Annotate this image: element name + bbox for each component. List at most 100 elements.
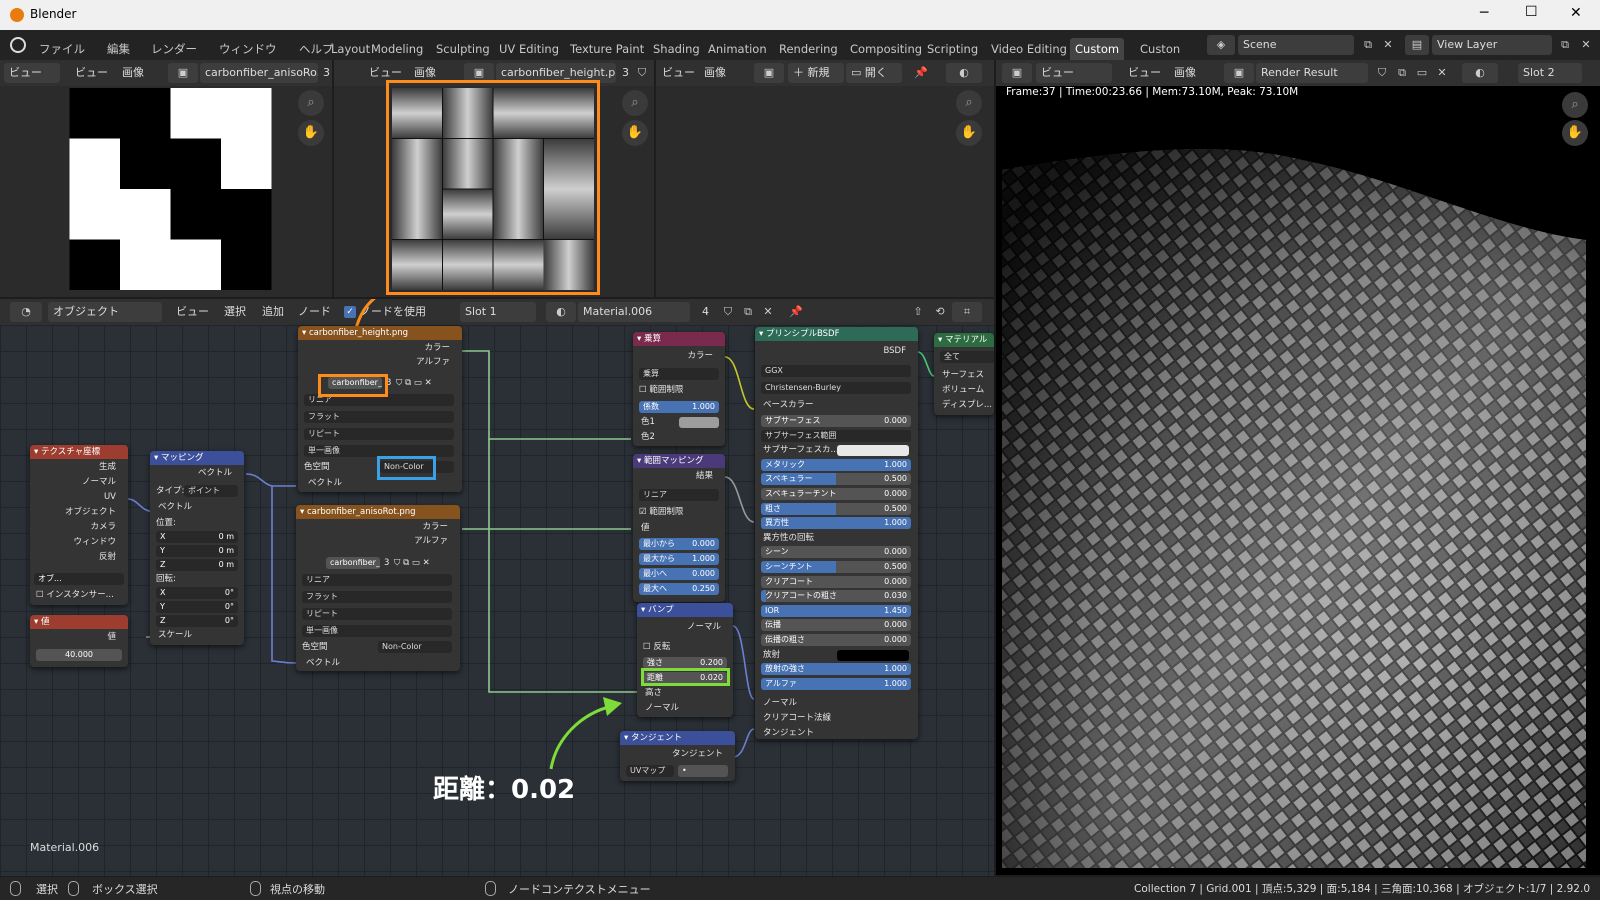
- tab-texture-paint[interactable]: Texture Paint: [565, 38, 649, 60]
- tab-compositing[interactable]: Compositing: [845, 38, 927, 60]
- bsdf-field[interactable]: 伝播の粗さ 0.000: [761, 634, 911, 646]
- bsdf-field[interactable]: メタリック 1.000: [761, 458, 911, 471]
- bsdf-field[interactable]: シーン 0.000: [761, 546, 911, 559]
- pin-icon[interactable]: 📌: [911, 63, 931, 83]
- principled-bsdf-node[interactable]: ▾ プリンシプルBSDF BSDF GGX Christensen-Burley…: [755, 327, 918, 739]
- slot-dropdown[interactable]: Slot 2: [1518, 63, 1582, 83]
- overlay-icon[interactable]: ◐: [946, 63, 982, 83]
- image-browse-icon[interactable]: ▣: [1224, 63, 1254, 83]
- bsdf-dropdown[interactable]: サブサーフェス範囲: [761, 429, 911, 442]
- bsdf-field[interactable]: クリアコートの粗さ 0.030: [761, 590, 911, 603]
- bump-node[interactable]: ▾ バンプ ノーマル ☐ 反転 強さ 0.200 距離 0.020 高さ ノーマル: [637, 603, 733, 717]
- editor-type-icon[interactable]: ▣: [1002, 63, 1032, 83]
- source-dropdown[interactable]: 単一画像: [302, 625, 452, 637]
- tab-custon[interactable]: Custon: [1135, 38, 1185, 60]
- fake-user-shield-icon[interactable]: ⛉: [632, 63, 652, 83]
- menu-item-3[interactable]: ウィンドウ: [214, 38, 282, 60]
- folder-icon[interactable]: ▭: [1412, 63, 1432, 83]
- scene-copy-icon[interactable]: ⧉: [1358, 35, 1378, 55]
- material-output-node[interactable]: ▾ マテリアル 全て サーフェス ボリューム ディスプレ...: [934, 333, 994, 415]
- target-dropdown[interactable]: 全て: [940, 351, 994, 363]
- view-layer-field[interactable]: View Layer: [1432, 35, 1552, 55]
- view-menu[interactable]: ビュー: [662, 63, 695, 83]
- view-menu[interactable]: ビュー: [1128, 63, 1161, 83]
- colorspace-dropdown[interactable]: Non-Color: [378, 641, 452, 653]
- object-picker[interactable]: オブ...: [34, 573, 124, 585]
- pan-hand-icon[interactable]: ✋: [956, 120, 982, 146]
- tangent-mode-dropdown[interactable]: UVマップ: [626, 765, 674, 777]
- maprange-field[interactable]: 最大へ 0.250: [639, 583, 719, 595]
- tangent-node[interactable]: ▾ タンジェント タンジェント UVマップ •: [620, 731, 735, 781]
- bsdf-field[interactable]: 放射の強さ 1.000: [761, 663, 911, 676]
- pan-hand-icon[interactable]: ✋: [622, 120, 648, 146]
- color-swatch[interactable]: [837, 649, 909, 661]
- close-button[interactable]: ✕: [1570, 5, 1582, 21]
- bsdf-field[interactable]: アルファ 1.000: [761, 677, 911, 690]
- tab-video-editing[interactable]: Video Editing: [986, 38, 1072, 60]
- instancer-checkbox[interactable]: ☐ インスタンサー...: [36, 589, 114, 601]
- zoom-icon[interactable]: ⌕: [1562, 92, 1588, 118]
- view-layer-copy-icon[interactable]: ⧉: [1555, 35, 1575, 55]
- mapping-type-dropdown[interactable]: ポイント: [184, 485, 238, 497]
- uv-map-field[interactable]: •: [678, 765, 728, 777]
- mapping-node[interactable]: ▾ マッピング ベクトル タイプ: ポイント ベクトル 位置: 回転: スケール…: [150, 451, 244, 645]
- extension-dropdown[interactable]: リピート: [302, 608, 452, 620]
- bsdf-field[interactable]: 粗さ 0.500: [761, 502, 911, 515]
- zoom-icon[interactable]: ⌕: [956, 90, 982, 116]
- zoom-icon[interactable]: ⌕: [622, 90, 648, 116]
- scene-field[interactable]: Scene: [1238, 35, 1354, 55]
- scene-browse-icon[interactable]: ◈: [1207, 35, 1235, 55]
- distribution-dropdown[interactable]: GGX: [761, 365, 911, 377]
- extension-dropdown[interactable]: リピート: [304, 428, 454, 440]
- bsdf-field[interactable]: シーンチント 0.500: [761, 561, 911, 573]
- new-image-button[interactable]: ＋ 新規: [788, 63, 844, 83]
- tab-sculpting[interactable]: Sculpting: [431, 38, 495, 60]
- zoom-icon[interactable]: ⌕: [298, 90, 324, 116]
- maprange-field[interactable]: 最小から 0.000: [639, 538, 719, 550]
- shield-icon[interactable]: ⛉: [1372, 63, 1392, 83]
- tab-rendering[interactable]: Rendering: [774, 38, 843, 60]
- maprange-field[interactable]: 最小へ 0.000: [639, 568, 719, 580]
- view-layer-remove-icon[interactable]: ✕: [1576, 35, 1596, 55]
- bsdf-field[interactable]: クリアコート 0.000: [761, 575, 911, 588]
- multiply-mix-node[interactable]: ▾ 乗算 カラー 乗算 ☐ 範囲制限 係数 1.000 色1 色2: [633, 332, 725, 446]
- menu-item-1[interactable]: 編集: [102, 38, 135, 60]
- clamp-checkbox[interactable]: ☐ 範囲制限: [639, 384, 683, 396]
- aniso-image-node[interactable]: ▾ carbonfiber_anisoRot.png カラー アルファ carb…: [296, 505, 460, 671]
- loc-y-field[interactable]: Y0 m: [156, 545, 238, 557]
- bsdf-field[interactable]: スペキュラー 0.500: [761, 473, 911, 486]
- view-mode-dropdown[interactable]: ビュー: [1036, 63, 1112, 83]
- tab-custom[interactable]: Custom: [1070, 38, 1125, 60]
- tab-modeling[interactable]: Modeling: [366, 38, 428, 60]
- menu-item-2[interactable]: レンダー: [146, 38, 202, 60]
- tab-scripting[interactable]: Scripting: [922, 38, 983, 60]
- unlink-icon[interactable]: ✕: [1432, 63, 1452, 83]
- image-action-icons[interactable]: ⛉ ⧉ ▭ ✕: [394, 557, 430, 569]
- menu-item-0[interactable]: ファイル: [34, 38, 90, 60]
- view-layer-icon[interactable]: ▤: [1405, 35, 1429, 55]
- subsurface-method-dropdown[interactable]: Christensen-Burley: [761, 382, 911, 394]
- image-menu[interactable]: 画像: [122, 63, 144, 83]
- open-image-button[interactable]: ▭ 開く: [846, 63, 902, 83]
- blend-mode-dropdown[interactable]: 乗算: [639, 368, 719, 380]
- image-action-icons[interactable]: ⛉ ⧉ ▭ ✕: [396, 377, 432, 389]
- bsdf-field[interactable]: サブサーフェス 0.000: [761, 415, 911, 427]
- interpolation-dropdown[interactable]: リニア: [302, 574, 452, 586]
- invert-checkbox[interactable]: ☐ 反転: [643, 641, 670, 653]
- image-browse-icon[interactable]: ▣: [754, 63, 784, 83]
- value-field[interactable]: 40.000: [36, 649, 122, 661]
- image-menu[interactable]: 画像: [704, 63, 726, 83]
- overlay-icon[interactable]: ◐: [1462, 63, 1498, 83]
- loc-z-field[interactable]: Z0 m: [156, 559, 238, 571]
- maximize-button[interactable]: ☐: [1525, 4, 1538, 20]
- image-menu[interactable]: 画像: [1174, 63, 1196, 83]
- rot-x-field[interactable]: X 0°: [156, 587, 238, 599]
- map-range-node[interactable]: ▾ 範囲マッピング 結果 リニア ☑ 範囲制限 値 最小から 0.000 最大から 1…: [633, 454, 725, 602]
- tab-uv-editing[interactable]: UV Editing: [494, 38, 564, 60]
- tab-shading[interactable]: Shading: [648, 38, 705, 60]
- render-result-field[interactable]: Render Result: [1256, 63, 1368, 83]
- blender-menu-icon[interactable]: [10, 37, 26, 53]
- view-menu[interactable]: ビュー: [75, 63, 108, 83]
- projection-dropdown[interactable]: フラット: [304, 411, 454, 423]
- projection-dropdown[interactable]: フラット: [302, 591, 452, 603]
